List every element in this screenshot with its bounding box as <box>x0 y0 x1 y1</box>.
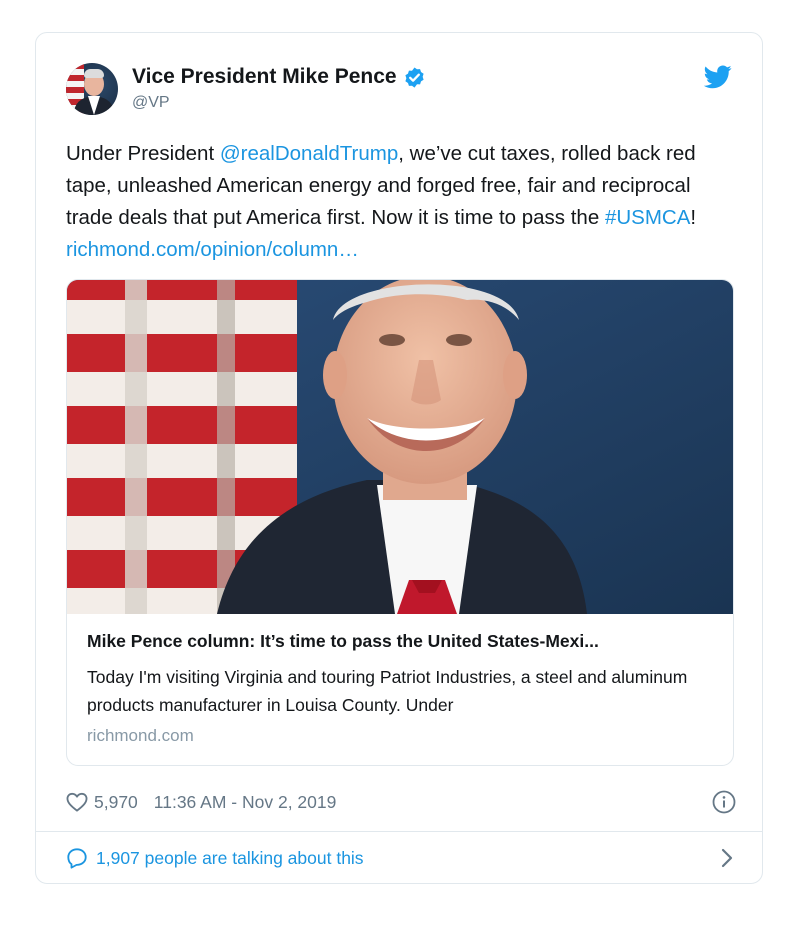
twitter-bird-icon[interactable] <box>704 65 732 89</box>
info-icon[interactable] <box>712 790 736 814</box>
author-name[interactable]: Vice President Mike Pence <box>132 65 397 89</box>
like-count[interactable]: 5,970 <box>94 792 138 813</box>
tweet-embed-card[interactable]: Vice President Mike Pence @VP Under Pres… <box>35 32 763 884</box>
verified-badge-icon <box>404 66 424 88</box>
talking-count-text[interactable]: 1,907 people are talking about this <box>96 848 364 869</box>
link-card-domain: richmond.com <box>87 726 194 745</box>
conversation-link[interactable]: 1,907 people are talking about this <box>66 845 736 871</box>
link-card-description: Today I'm visiting Virginia and touring … <box>87 667 688 715</box>
link-preview-card[interactable]: Mike Pence column: It’s time to pass the… <box>66 279 734 766</box>
hashtag-link[interactable]: #USMCA <box>605 206 690 229</box>
author-handle[interactable]: @VP <box>132 94 170 112</box>
link-preview-image[interactable] <box>67 280 733 614</box>
url-link[interactable]: richmond.com/opinion/column… <box>66 238 359 261</box>
link-card-title[interactable]: Mike Pence column: It’s time to pass the… <box>87 631 713 652</box>
tweet-text-part: Under President <box>66 142 220 165</box>
heart-icon[interactable] <box>66 792 88 812</box>
divider <box>36 831 762 832</box>
tweet-text: Under President @realDonaldTrump, we’ve … <box>66 138 736 266</box>
tweet-text-part: ! <box>690 206 697 229</box>
avatar[interactable] <box>66 63 118 115</box>
timestamp[interactable]: 11:36 AM - Nov 2, 2019 <box>154 792 337 813</box>
mention-link[interactable]: @realDonaldTrump <box>220 142 398 165</box>
speech-bubble-icon <box>67 848 87 869</box>
tweet-meta-row: 5,970 11:36 AM - Nov 2, 2019 <box>66 789 736 815</box>
chevron-right-icon[interactable] <box>720 848 734 868</box>
author-name-row[interactable]: Vice President Mike Pence <box>132 65 426 89</box>
